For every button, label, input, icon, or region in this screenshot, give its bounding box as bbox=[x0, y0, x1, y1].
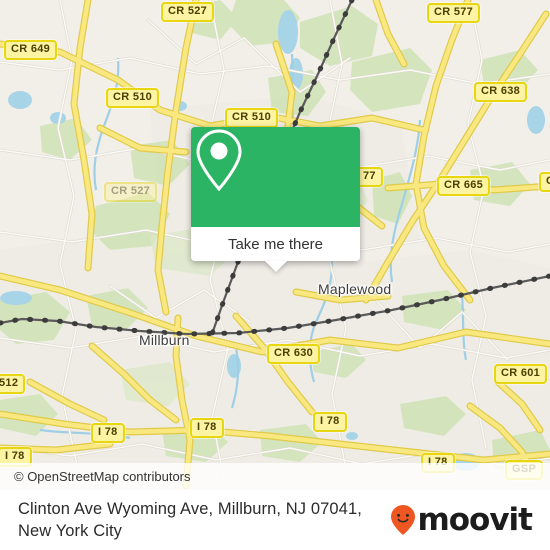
map-pin-icon bbox=[196, 129, 242, 192]
road-shield-cr527-south[interactable]: CR 527 bbox=[104, 182, 158, 202]
road-shield-cr601[interactable]: CR 601 bbox=[494, 364, 548, 384]
take-me-there-label: Take me there bbox=[227, 235, 324, 253]
destination-card[interactable]: Take me there bbox=[191, 127, 360, 272]
card-image-area bbox=[191, 127, 360, 227]
moovit-smiley-pin-icon bbox=[391, 505, 416, 535]
road-shield-cr577-behind-card[interactable]: 77 bbox=[356, 167, 383, 187]
moovit-logo[interactable]: moovit bbox=[390, 502, 550, 538]
map-screenshot: .g { fill:#cfe3b6; } .g2 { fill:#dbe8c6;… bbox=[0, 0, 550, 550]
attribution-label: © OpenStreetMap contributors bbox=[14, 469, 191, 484]
map-attribution[interactable]: © OpenStreetMap contributors bbox=[0, 463, 550, 490]
footer-bar: Clinton Ave Wyoming Ave, Millburn, NJ 07… bbox=[0, 490, 550, 550]
take-me-there-button[interactable]: Take me there bbox=[191, 227, 360, 261]
place-label-maplewood: Maplewood bbox=[318, 281, 392, 297]
address-label: Clinton Ave Wyoming Ave, Millburn, NJ 07… bbox=[18, 500, 362, 540]
road-shield-i78-midwest[interactable]: I 78 bbox=[190, 418, 224, 438]
road-shield-512[interactable]: 512 bbox=[0, 374, 26, 394]
road-shield-cr510-west[interactable]: CR 510 bbox=[106, 88, 160, 108]
road-shield-partial-right[interactable]: C bbox=[539, 172, 550, 192]
card-pointer-tail bbox=[264, 261, 287, 272]
road-shield-cr510-east[interactable]: CR 510 bbox=[225, 108, 279, 128]
place-label-millburn: Millburn bbox=[139, 332, 190, 348]
road-shield-cr665[interactable]: CR 665 bbox=[437, 176, 491, 196]
road-shield-cr630[interactable]: CR 630 bbox=[267, 344, 321, 364]
map-canvas[interactable]: .g { fill:#cfe3b6; } .g2 { fill:#dbe8c6;… bbox=[0, 0, 550, 490]
moovit-wordmark: moovit bbox=[417, 502, 533, 538]
road-shield-cr649[interactable]: CR 649 bbox=[4, 40, 58, 60]
road-shield-i78-west[interactable]: I 78 bbox=[91, 423, 125, 443]
road-shield-i78-mideast[interactable]: I 78 bbox=[313, 412, 347, 432]
road-shield-cr577[interactable]: CR 577 bbox=[427, 3, 481, 23]
road-shield-cr527-north[interactable]: CR 527 bbox=[161, 2, 215, 22]
road-shield-cr638[interactable]: CR 638 bbox=[474, 82, 528, 102]
